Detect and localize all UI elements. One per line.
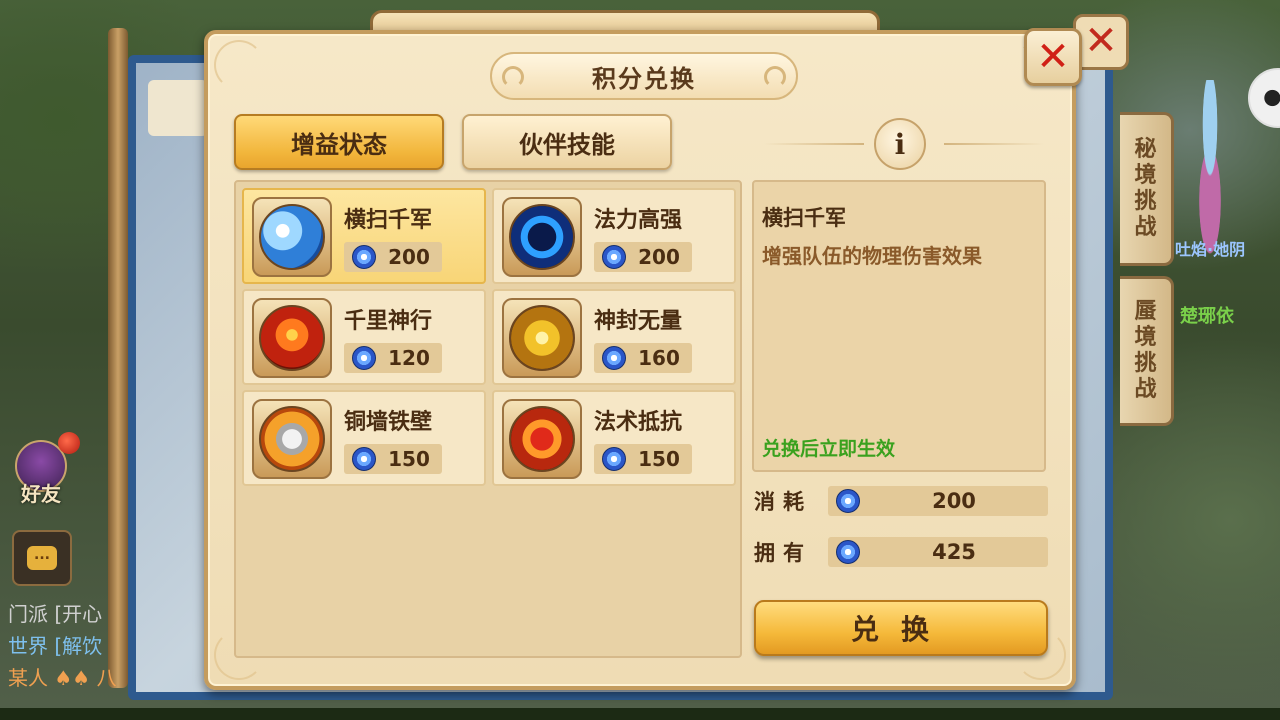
skill-cost: 120 — [344, 343, 442, 373]
skill-name: 铜墙铁壁 — [344, 410, 433, 435]
points-coin-icon — [602, 447, 626, 471]
skill-item-sweep[interactable]: 横扫千军 200 — [242, 188, 486, 284]
tab-buff-status[interactable]: 增益状态 — [234, 114, 444, 170]
info-ornament: i — [764, 118, 1044, 170]
skill-cost-value: 200 — [388, 245, 430, 269]
phoenix-speed-icon — [259, 305, 325, 371]
owned-row: 拥有 425 — [754, 537, 1048, 567]
tab-label: 伙伴技能 — [519, 130, 615, 159]
chat-line: 世界 [解饮 — [8, 634, 103, 658]
owned-bar: 425 — [828, 537, 1048, 567]
consume-bar: 200 — [828, 486, 1048, 516]
skill-cost-value: 120 — [388, 346, 430, 370]
skill-name: 横扫千军 — [344, 208, 433, 233]
skill-name: 法术抵抗 — [594, 410, 683, 435]
map-scroll-rod — [108, 28, 128, 688]
shield-icon — [259, 406, 325, 472]
skill-name: 神封无量 — [594, 309, 683, 334]
ornament-line — [944, 143, 1044, 145]
skill-cost: 160 — [594, 343, 692, 373]
close-button[interactable]: ✕ — [1024, 28, 1082, 86]
dialog-title: 积分兑换 — [592, 64, 696, 93]
chat-line: 某人 ♠♠ 八 — [8, 666, 117, 690]
owned-label: 拥有 — [754, 541, 812, 565]
npc-title: 吐焰·她阴 — [1175, 240, 1246, 259]
title-curl-ornament — [502, 66, 524, 88]
npc-character[interactable] — [1185, 80, 1235, 300]
bottom-bar — [0, 708, 1280, 720]
skill-cost-value: 150 — [388, 447, 430, 471]
notification-dot — [58, 432, 80, 454]
skill-detail-panel: 横扫千军 增强队伍的物理伤害效果 兑换后立即生效 — [752, 180, 1046, 472]
skill-cost: 150 — [344, 444, 442, 474]
map-tab — [148, 80, 208, 136]
skill-cost-value: 200 — [638, 245, 680, 269]
skill-icon-frame — [252, 197, 332, 277]
skill-icon-frame — [252, 399, 332, 479]
close-x-icon: ✕ — [1036, 34, 1070, 80]
chat-line: 门派 [开心 — [8, 602, 103, 626]
points-coin-icon — [836, 540, 860, 564]
info-icon[interactable]: i — [874, 118, 926, 170]
magic-skull-icon — [509, 204, 575, 270]
friends-label: 好友 — [21, 482, 61, 506]
detail-effect-note: 兑换后立即生效 — [762, 438, 896, 460]
npc-name: 楚琊依 — [1180, 306, 1234, 327]
skill-icon-frame — [252, 298, 332, 378]
points-exchange-dialog: 积分兑换 ✕ 增益状态 伙伴技能 i 横扫千军 200 法力高强 200 千里神… — [204, 28, 1082, 690]
side-tab-mirage-challenge[interactable]: 蜃境挑战 — [1120, 276, 1174, 426]
chat-button[interactable]: ... — [12, 530, 72, 586]
skill-cost-value: 160 — [638, 346, 680, 370]
skill-item-mana[interactable]: 法力高强 200 — [492, 188, 736, 284]
skill-cost-value: 150 — [638, 447, 680, 471]
points-coin-icon — [352, 245, 376, 269]
dialog-title-plate: 积分兑换 — [490, 52, 798, 100]
skill-cost: 200 — [594, 242, 692, 272]
fire-resist-icon — [509, 406, 575, 472]
skill-icon-frame — [502, 298, 582, 378]
points-coin-icon — [352, 346, 376, 370]
consume-label: 消耗 — [754, 490, 812, 514]
skill-cost: 200 — [344, 242, 442, 272]
chat-bubble-icon: ... — [27, 546, 57, 570]
ornament-line — [764, 143, 864, 145]
skill-cost: 150 — [594, 444, 692, 474]
points-coin-icon — [602, 346, 626, 370]
consume-row: 消耗 200 — [754, 486, 1048, 516]
exchange-button[interactable]: 兑换 — [754, 600, 1048, 656]
detail-description: 增强队伍的物理伤害效果 — [762, 244, 982, 268]
skill-name: 千里神行 — [344, 309, 433, 334]
golden-bell-icon — [509, 305, 575, 371]
skill-item-travel[interactable]: 千里神行 120 — [242, 289, 486, 385]
tab-label: 增益状态 — [291, 130, 387, 159]
exchange-button-label: 兑换 — [850, 613, 951, 646]
skill-icon-frame — [502, 197, 582, 277]
skill-item-seal[interactable]: 神封无量 160 — [492, 289, 736, 385]
skill-icon-frame — [502, 399, 582, 479]
skill-name: 法力高强 — [594, 208, 683, 233]
side-tab-secret-challenge[interactable]: 秘境挑战 — [1120, 112, 1174, 266]
detail-title: 横扫千军 — [762, 206, 846, 230]
skill-item-iron-wall[interactable]: 铜墙铁壁 150 — [242, 390, 486, 486]
sword-sweep-icon — [259, 204, 325, 270]
skill-item-resist[interactable]: 法术抵抗 150 — [492, 390, 736, 486]
corner-ornament — [214, 40, 264, 90]
owned-value: 425 — [932, 540, 976, 564]
consume-value: 200 — [932, 489, 976, 513]
points-coin-icon — [602, 245, 626, 269]
points-coin-icon — [352, 447, 376, 471]
chat-log[interactable]: 门派 [开心 世界 [解饮 某人 ♠♠ 八 — [8, 598, 128, 694]
skill-grid: 横扫千军 200 法力高强 200 千里神行 120 神封无量 160 铜墙铁壁… — [234, 180, 742, 658]
tab-partner-skills[interactable]: 伙伴技能 — [462, 114, 672, 170]
points-coin-icon — [836, 489, 860, 513]
title-curl-ornament — [764, 66, 786, 88]
